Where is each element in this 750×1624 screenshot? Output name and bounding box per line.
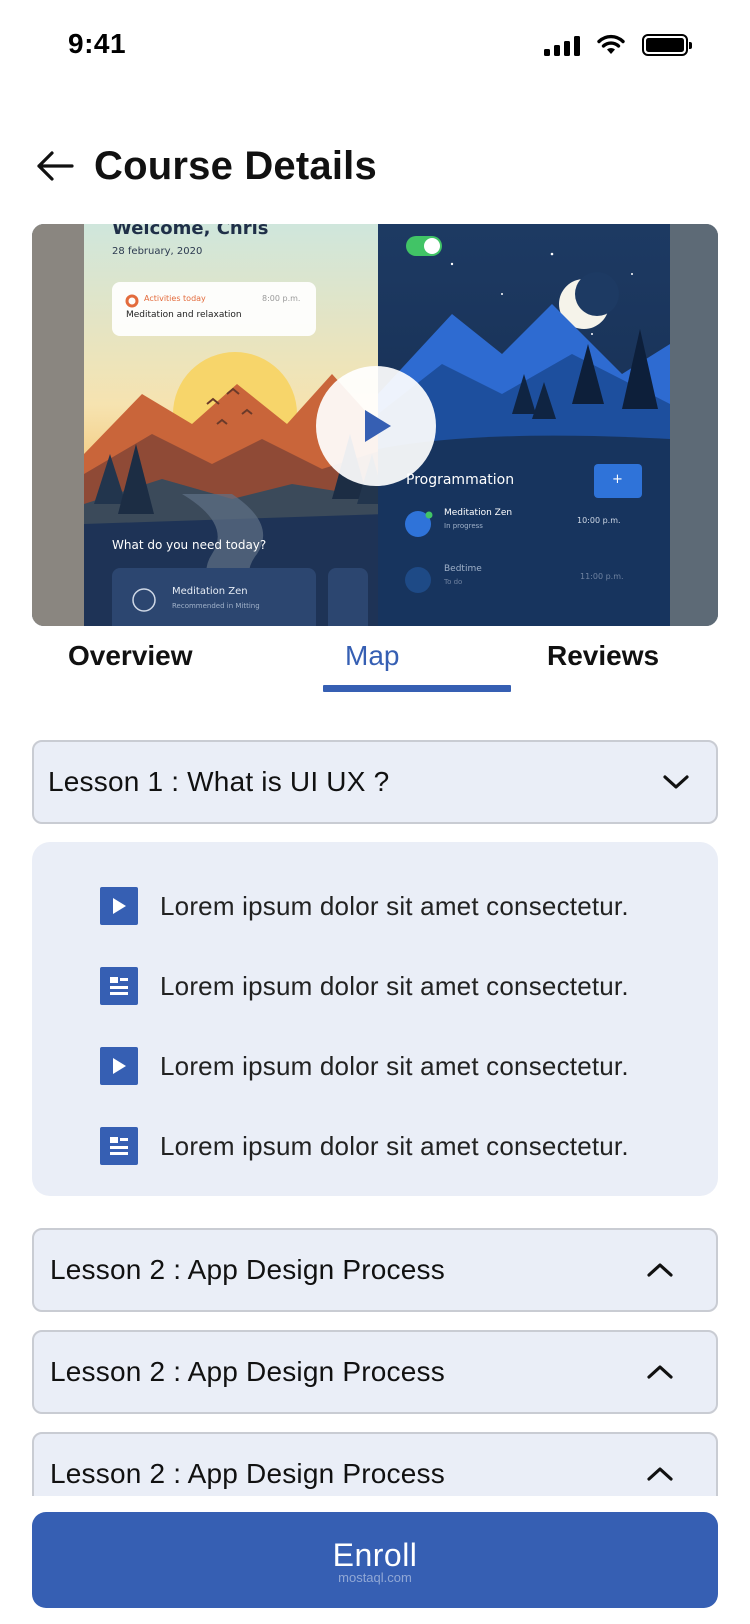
lesson-2-header[interactable]: Lesson 2 : App Design Process: [32, 1228, 718, 1312]
mock-card-title: Meditation Zen: [172, 586, 248, 597]
cellular-signal-icon: [544, 34, 580, 56]
mock-activity-time: 8:00 p.m.: [262, 294, 301, 303]
course-tabs: Overview Map Reviews: [32, 640, 718, 696]
mock-item-time: 11:00 p.m.: [580, 572, 624, 581]
lesson-item-text: Lorem ipsum dolor sit amet consectetur.: [160, 1050, 629, 1081]
play-icon: [100, 887, 138, 925]
status-bar: 9:41: [0, 0, 750, 96]
enroll-label: Enroll: [332, 1537, 418, 1573]
mock-card-sub: Recommended in Mitting: [172, 602, 260, 610]
mock-activity-name: Meditation and relaxation: [126, 310, 242, 320]
lesson-title: Lesson 1 : What is UI UX ?: [48, 766, 390, 797]
back-button[interactable]: [32, 143, 78, 189]
lesson-item-video[interactable]: Lorem ipsum dolor sit amet consectetur.: [100, 886, 629, 926]
mock-item-time: 10:00 p.m.: [577, 516, 621, 525]
lesson-item-text: Lorem ipsum dolor sit amet consectetur.: [160, 1130, 629, 1161]
lesson-title: Lesson 2 : App Design Process: [50, 1356, 445, 1387]
chevron-down-icon: [656, 762, 696, 802]
watermark: mostaql.com: [338, 1570, 412, 1585]
lesson-1-header[interactable]: Lesson 1 : What is UI UX ?: [32, 740, 718, 824]
mock-item-status: In progress: [444, 522, 483, 530]
status-icons: [544, 34, 692, 56]
play-button[interactable]: [316, 366, 436, 486]
lesson-item-text: Lorem ipsum dolor sit amet consectetur.: [160, 970, 629, 1001]
mock-date: 28 february, 2020: [112, 246, 203, 257]
chevron-up-icon: [640, 1250, 680, 1290]
mock-section-title: Programmation: [406, 472, 515, 488]
chevron-up-icon: [640, 1454, 680, 1494]
tab-reviews[interactable]: Reviews: [547, 640, 659, 672]
lesson-1-content: Lorem ipsum dolor sit amet consectetur. …: [32, 842, 718, 1196]
lesson-item-document[interactable]: Lorem ipsum dolor sit amet consectetur.: [100, 1126, 629, 1166]
course-video-preview[interactable]: Welcome, Chris 28 february, 2020 Activit…: [32, 224, 718, 626]
lesson-item-video[interactable]: Lorem ipsum dolor sit amet consectetur.: [100, 1046, 629, 1086]
mock-item-status: To do: [444, 578, 463, 586]
lesson-title: Lesson 2 : App Design Process: [50, 1458, 445, 1489]
play-icon: [100, 1047, 138, 1085]
mock-item-title: Meditation Zen: [444, 508, 513, 518]
mock-add-button: +: [612, 472, 623, 487]
mock-greeting: Welcome, Chris: [112, 224, 269, 239]
page-title: Course Details: [94, 143, 377, 188]
document-icon: [100, 967, 138, 1005]
chevron-up-icon: [640, 1352, 680, 1392]
mock-activity-label: Activities today: [144, 294, 206, 303]
tab-map[interactable]: Map: [345, 640, 399, 672]
lesson-item-text: Lorem ipsum dolor sit amet consectetur.: [160, 890, 629, 921]
lesson-title: Lesson 2 : App Design Process: [50, 1254, 445, 1285]
play-icon: [365, 410, 391, 442]
battery-icon: [642, 34, 692, 56]
lesson-item-document[interactable]: Lorem ipsum dolor sit amet consectetur.: [100, 966, 629, 1006]
tab-overview[interactable]: Overview: [68, 640, 193, 672]
mock-question: What do you need today?: [112, 538, 267, 552]
document-icon: [100, 1127, 138, 1165]
mock-item-title: Bedtime: [444, 564, 482, 574]
arrow-left-icon: [37, 151, 74, 181]
lesson-3-header[interactable]: Lesson 2 : App Design Process: [32, 1330, 718, 1414]
header: Course Details: [32, 136, 377, 196]
enroll-button[interactable]: Enroll mostaql.com: [32, 1512, 718, 1608]
status-time: 9:41: [68, 28, 127, 59]
wifi-icon: [597, 34, 625, 54]
active-tab-indicator: [323, 685, 511, 692]
